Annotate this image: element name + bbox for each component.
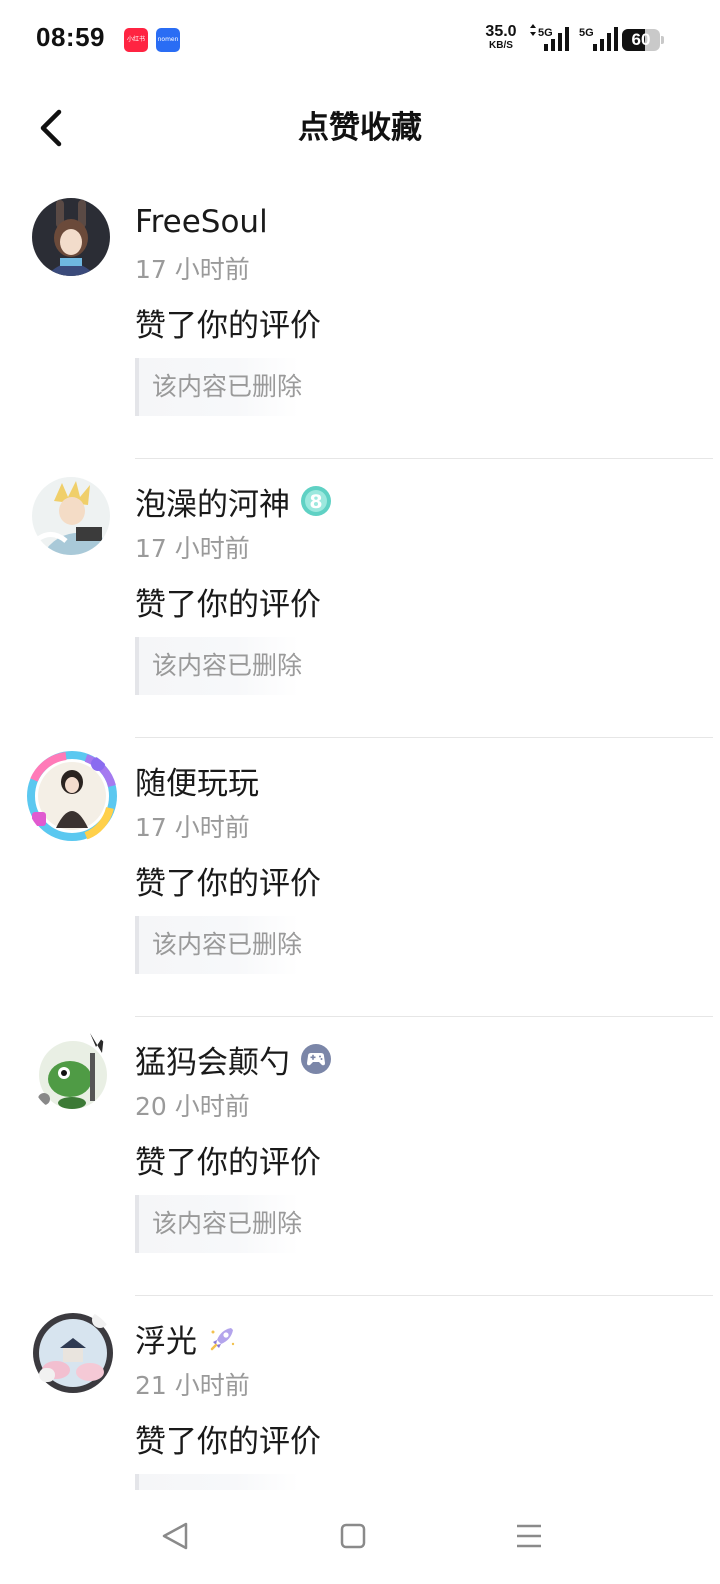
referenced-content[interactable]: 该内容已删除 <box>135 916 303 974</box>
back-button[interactable] <box>28 104 76 152</box>
timestamp: 20 小时前 <box>135 1092 250 1121</box>
network-speed-unit: KB/S <box>489 40 513 51</box>
avatar[interactable] <box>30 1029 116 1115</box>
chevron-left-icon <box>40 109 62 147</box>
username[interactable]: 猛犸会颠勺 <box>135 1037 290 1082</box>
referenced-content-text: 该内容已删除 <box>152 651 303 680</box>
timestamp: 17 小时前 <box>135 813 250 842</box>
signal-5g-icon: 5G <box>530 24 569 51</box>
xiaohongshu-app-icon: 小红书 <box>124 28 148 52</box>
notification-item[interactable]: 泡澡的河神 8 17 小时前 赞了你的评价 该内容已删除 <box>0 459 720 738</box>
system-nav-bar <box>0 1490 720 1584</box>
avatar[interactable] <box>32 198 110 276</box>
referenced-content[interactable]: 该内容已删除 <box>135 358 303 416</box>
square-home-icon <box>340 1523 366 1549</box>
battery-level: 60 <box>631 30 651 49</box>
notification-item[interactable]: 随便玩玩 17 小时前 赞了你的评价 该内容已删除 <box>0 738 720 1017</box>
username[interactable]: FreeSoul <box>135 204 268 240</box>
triangle-back-icon <box>162 1522 188 1550</box>
header-bar: 点赞收藏 <box>0 80 720 175</box>
action-text: 赞了你的评价 <box>135 1145 321 1181</box>
network-speed-value: 35.0 <box>485 23 517 40</box>
nav-back-button[interactable] <box>146 1506 206 1566</box>
username[interactable]: 浮光 <box>135 1316 197 1361</box>
timestamp: 21 小时前 <box>135 1371 250 1400</box>
action-text: 赞了你的评价 <box>135 1424 321 1460</box>
referenced-content[interactable]: 该内容已删除 <box>135 1195 303 1253</box>
notification-list: FreeSoul 17 小时前 赞了你的评价 该内容已删除 泡澡的河神 8 17… <box>0 180 720 1575</box>
svg-text:8: 8 <box>309 491 322 513</box>
action-text: 赞了你的评价 <box>135 866 321 902</box>
nav-menu-button[interactable] <box>499 1506 559 1566</box>
signal-5g-icon: 5G <box>579 27 618 51</box>
status-time: 08:59 <box>36 22 105 52</box>
notification-item[interactable]: 猛犸会颠勺 20 小时前 赞了你的评价 该内容已删除 <box>0 1017 720 1296</box>
referenced-content[interactable]: 该内容已删除 <box>135 637 303 695</box>
page-title: 点赞收藏 <box>298 110 422 146</box>
user-line: 随便玩玩 <box>135 758 259 803</box>
timestamp: 17 小时前 <box>135 534 250 563</box>
timestamp: 17 小时前 <box>135 255 250 284</box>
referenced-content-text: 该内容已删除 <box>152 930 303 959</box>
referenced-content-text: 该内容已删除 <box>152 1209 303 1238</box>
referenced-content-text: 该内容已删除 <box>152 372 303 401</box>
rocket-badge-icon <box>210 1328 235 1351</box>
network-speed: 35.0 KB/S <box>482 23 520 52</box>
notification-item[interactable]: FreeSoul 17 小时前 赞了你的评价 该内容已删除 <box>0 180 720 459</box>
avatar[interactable] <box>26 750 118 842</box>
menu-lines-icon <box>517 1524 541 1548</box>
gamepad-badge-icon <box>301 1044 331 1074</box>
user-line: 浮光 <box>135 1316 239 1361</box>
avatar[interactable] <box>30 1308 116 1394</box>
user-line: 猛犸会颠勺 <box>135 1037 332 1082</box>
status-bar: 08:59 小红书 nomen 35.0 KB/S 5G 5G 60 <box>0 0 720 80</box>
level-8-badge-icon: 8 <box>301 486 331 516</box>
notification-app-icon: nomen <box>156 28 180 52</box>
nav-home-button[interactable] <box>323 1506 383 1566</box>
battery-icon: 60 <box>622 29 664 51</box>
signal-2-label: 5G <box>579 27 594 39</box>
avatar[interactable] <box>32 477 110 555</box>
signal-1-label: 5G <box>538 27 553 39</box>
action-text: 赞了你的评价 <box>135 308 321 344</box>
username[interactable]: 随便玩玩 <box>135 758 259 803</box>
user-line: 泡澡的河神 8 <box>135 479 332 524</box>
user-line: FreeSoul <box>135 202 268 242</box>
username[interactable]: 泡澡的河神 <box>135 479 290 524</box>
action-text: 赞了你的评价 <box>135 587 321 623</box>
